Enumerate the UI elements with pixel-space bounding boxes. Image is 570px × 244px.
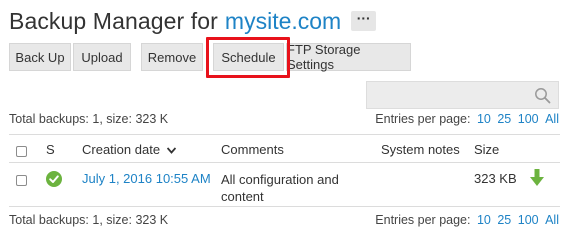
column-header-system-notes: System notes [381,142,460,157]
backup-size: 323 KB [474,171,517,186]
search-input[interactable] [366,81,559,109]
back-up-button[interactable]: Back Up [9,43,71,71]
site-link[interactable]: mysite.com [225,8,341,35]
table-header-divider [9,162,560,163]
check-circle-icon [46,171,62,187]
entries-option-10[interactable]: 10 [477,213,491,227]
comments-line-2: content [221,189,264,204]
entries-option-25[interactable]: 25 [497,213,511,227]
upload-button[interactable]: Upload [73,43,131,71]
entries-per-page-bottom: Entries per page: 10 25 100 All [375,213,559,227]
entries-per-page-label: Entries per page: [375,213,471,227]
column-header-size[interactable]: Size [474,142,499,157]
select-all-checkbox[interactable] [16,146,27,157]
column-header-comments: Comments [221,142,284,157]
entries-option-all[interactable]: All [545,112,559,126]
entries-option-all[interactable]: All [545,213,559,227]
more-actions-button[interactable]: ··· [351,11,377,31]
column-header-status[interactable]: S [46,142,55,157]
entries-option-100[interactable]: 100 [518,112,539,126]
remove-button[interactable]: Remove [141,43,203,71]
backup-date-link[interactable]: July 1, 2016 10:55 AM [82,171,211,186]
entries-per-page-label: Entries per page: [375,112,471,126]
ftp-storage-settings-button[interactable]: FTP Storage Settings [286,42,411,72]
backup-summary: Total backups: 1, size: 323 K [9,112,169,126]
search-icon[interactable] [534,87,551,104]
page-header: Backup Manager for mysite.com ··· [9,3,377,39]
table-top-divider [9,134,560,135]
page-title: Backup Manager for [9,7,218,34]
backup-comments: All configuration and content [221,171,339,205]
entries-option-100[interactable]: 100 [518,213,539,227]
download-arrow-icon[interactable] [530,169,544,187]
sort-descending-icon [166,147,176,154]
creation-date-label: Creation date [82,142,161,157]
entries-option-10[interactable]: 10 [477,112,491,126]
table-bottom-divider [9,206,560,207]
comments-line-1: All configuration and [221,172,339,187]
toolbar: Back Up Upload Remove Schedule FTP Stora… [9,42,411,72]
entries-per-page: Entries per page: 10 25 100 All [375,112,559,126]
backup-summary-bottom: Total backups: 1, size: 323 K [9,213,169,227]
column-header-creation-date[interactable]: Creation date [82,142,176,157]
row-checkbox[interactable] [16,175,27,186]
schedule-button[interactable]: Schedule [213,43,284,71]
entries-option-25[interactable]: 25 [497,112,511,126]
